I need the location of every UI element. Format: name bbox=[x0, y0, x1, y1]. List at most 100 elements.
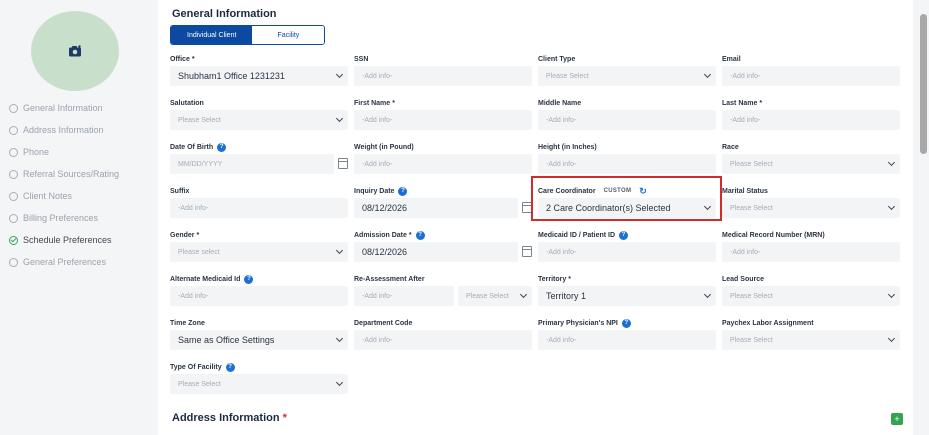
help-circle-icon[interactable]: ? bbox=[244, 274, 254, 284]
individual-client-toggle[interactable]: Individual Client bbox=[171, 26, 253, 44]
salutation-placeholder: Please Select bbox=[178, 116, 221, 124]
alt-medicaid-label: Alternate Medicaid Id bbox=[170, 275, 241, 283]
mrn-label: Medical Record Number (MRN) bbox=[722, 231, 825, 239]
calendar-icon[interactable] bbox=[522, 246, 532, 257]
gender-select[interactable]: Please select bbox=[170, 242, 348, 262]
sidebar-item-label: Schedule Preferences bbox=[23, 235, 112, 245]
first-name-label: First Name bbox=[354, 99, 391, 107]
facility-toggle[interactable]: Facility bbox=[252, 26, 325, 44]
facility-type-field: Type Of Facility? Please Select bbox=[170, 360, 348, 404]
reassessment-unit-placeholder: Please Select bbox=[466, 292, 509, 300]
client-type-label: Client Type bbox=[538, 55, 576, 63]
chevron-down-icon bbox=[335, 246, 344, 255]
last-name-input[interactable]: -Add info- bbox=[722, 110, 900, 130]
help-circle-icon[interactable]: ? bbox=[225, 362, 235, 372]
client-type-select[interactable]: Please Select bbox=[538, 66, 716, 86]
sidebar-item-label: Address Information bbox=[23, 125, 104, 135]
primary-npi-placeholder: -Add info- bbox=[546, 336, 577, 344]
weight-placeholder: -Add info- bbox=[362, 160, 393, 168]
facility-type-select[interactable]: Please Select bbox=[170, 374, 348, 394]
ssn-input[interactable]: -Add info- bbox=[354, 66, 532, 86]
reassessment-unit-select[interactable]: Please Select bbox=[458, 286, 532, 306]
help-circle-icon[interactable]: ? bbox=[621, 318, 631, 328]
chevron-down-icon bbox=[703, 290, 712, 299]
email-placeholder: -Add info- bbox=[730, 72, 761, 80]
lead-source-select[interactable]: Please Select bbox=[722, 286, 900, 306]
office-field: Office * Shubham1 Office 1231231 bbox=[170, 52, 348, 96]
address-section-title: Address Information * bbox=[172, 412, 287, 424]
office-select[interactable]: Shubham1 Office 1231231 bbox=[170, 66, 348, 86]
sidebar-item-label: General Information bbox=[23, 103, 103, 113]
weight-input[interactable]: -Add info- bbox=[354, 154, 532, 174]
time-zone-value: Same as Office Settings bbox=[178, 335, 275, 345]
sidebar-item-general-information[interactable]: General Information bbox=[9, 97, 119, 119]
ssn-label: SSN bbox=[354, 55, 369, 63]
suffix-input[interactable]: -Add info- bbox=[170, 198, 348, 218]
add-address-button[interactable]: + bbox=[891, 413, 903, 425]
medicaid-id-input[interactable]: -Add info- bbox=[538, 242, 716, 262]
calendar-icon[interactable] bbox=[338, 158, 348, 169]
inquiry-date-input[interactable]: 08/12/2026 bbox=[354, 198, 532, 218]
alt-medicaid-input[interactable]: -Add info- bbox=[170, 286, 348, 306]
gender-placeholder: Please select bbox=[178, 248, 220, 256]
address-title-text: Address Information bbox=[172, 412, 280, 424]
territory-select[interactable]: Territory 1 bbox=[538, 286, 716, 306]
sidebar-item-general-preferences[interactable]: General Preferences bbox=[9, 251, 119, 273]
time-zone-select[interactable]: Same as Office Settings bbox=[170, 330, 348, 350]
suffix-field: Suffix -Add info- bbox=[170, 184, 348, 228]
office-label: Office bbox=[170, 55, 190, 63]
salutation-select[interactable]: Please Select bbox=[170, 110, 348, 130]
salutation-field: Salutation Please Select bbox=[170, 96, 348, 140]
height-label: Height (in Inches) bbox=[538, 143, 597, 151]
time-zone-label: Time Zone bbox=[170, 319, 205, 327]
reassessment-input[interactable]: -Add info- bbox=[354, 286, 454, 306]
email-input[interactable]: -Add info- bbox=[722, 66, 900, 86]
sidebar-item-label: Billing Preferences bbox=[23, 213, 99, 223]
dob-field: Date Of Birth? MM/DD/YYYY bbox=[170, 140, 348, 184]
admission-date-field: Admission Date *? 08/12/2026 bbox=[354, 228, 532, 272]
last-name-placeholder: -Add info- bbox=[730, 116, 761, 124]
middle-name-input[interactable]: -Add info- bbox=[538, 110, 716, 130]
help-circle-icon[interactable]: ? bbox=[619, 230, 629, 240]
sidebar-item-billing-preferences[interactable]: Billing Preferences bbox=[9, 207, 119, 229]
race-select[interactable]: Please Select bbox=[722, 154, 900, 174]
sidebar-item-address-information[interactable]: Address Information bbox=[9, 119, 119, 141]
facility-type-label: Type Of Facility bbox=[170, 363, 222, 371]
paychex-select[interactable]: Please Select bbox=[722, 330, 900, 350]
help-circle-icon[interactable]: ? bbox=[415, 230, 425, 240]
scrollbar[interactable] bbox=[920, 14, 927, 154]
chevron-down-icon bbox=[519, 290, 528, 299]
race-placeholder: Please Select bbox=[730, 160, 773, 168]
middle-name-field: Middle Name -Add info- bbox=[538, 96, 716, 140]
admission-date-input[interactable]: 08/12/2026 bbox=[354, 242, 532, 262]
sidebar-item-phone[interactable]: Phone bbox=[9, 141, 119, 163]
help-circle-icon[interactable]: ? bbox=[398, 186, 408, 196]
dob-label: Date Of Birth bbox=[170, 143, 214, 151]
office-value: Shubham1 Office 1231231 bbox=[178, 71, 285, 81]
primary-npi-input[interactable]: -Add info- bbox=[538, 330, 716, 350]
sidebar-item-schedule-preferences[interactable]: Schedule Preferences bbox=[9, 229, 119, 251]
form-grid: Office * Shubham1 Office 1231231 SSN -Add… bbox=[170, 52, 906, 404]
required-mark: * bbox=[392, 99, 395, 107]
height-input[interactable]: -Add info- bbox=[538, 154, 716, 174]
avatar-upload[interactable] bbox=[31, 11, 119, 91]
reassessment-placeholder: -Add info- bbox=[362, 292, 393, 300]
dob-input[interactable]: MM/DD/YYYY bbox=[170, 154, 348, 174]
mrn-input[interactable]: -Add info- bbox=[722, 242, 900, 262]
first-name-placeholder: -Add info- bbox=[362, 116, 393, 124]
check-circle-icon bbox=[9, 235, 18, 245]
first-name-input[interactable]: -Add info- bbox=[354, 110, 532, 130]
suffix-label: Suffix bbox=[170, 187, 190, 195]
chevron-down-icon bbox=[335, 378, 344, 387]
sidebar-item-label: Referral Sources/Rating bbox=[23, 169, 120, 179]
client-type-placeholder: Please Select bbox=[546, 72, 589, 80]
marital-status-select[interactable]: Please Select bbox=[722, 198, 900, 218]
lead-source-field: Lead Source Please Select bbox=[722, 272, 900, 316]
first-name-field: First Name * -Add info- bbox=[354, 96, 532, 140]
reassessment-label: Re-Assessment After bbox=[354, 275, 425, 283]
sidebar-item-client-notes[interactable]: Client Notes bbox=[9, 185, 119, 207]
weight-field: Weight (in Pound) -Add info- bbox=[354, 140, 532, 184]
sidebar-item-referral-sources[interactable]: Referral Sources/Rating bbox=[9, 163, 119, 185]
department-code-input[interactable]: -Add info- bbox=[354, 330, 532, 350]
help-circle-icon[interactable]: ? bbox=[217, 142, 227, 152]
